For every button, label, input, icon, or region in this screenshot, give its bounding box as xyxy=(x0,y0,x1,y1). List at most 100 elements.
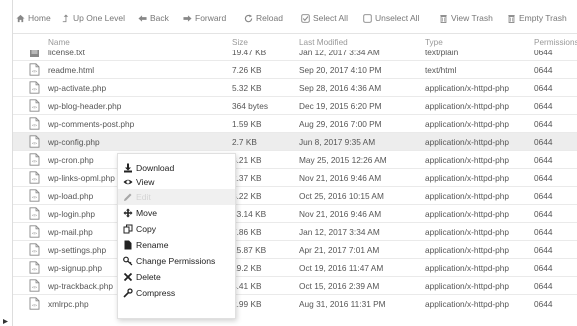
context-menu-label: Download xyxy=(136,163,175,173)
file-row[interactable]: </> wp-links-opml.php 2.37 KB Nov 21, 2016 … xyxy=(13,168,577,187)
file-row[interactable]: </> readme.html 7.26 KB Sep 20, 2017 4:10 P… xyxy=(13,60,577,79)
file-modified: Sep 20, 2017 4:10 PM xyxy=(299,65,382,75)
file-modified: Sep 28, 2016 4:36 AM xyxy=(299,83,382,93)
back-label: Back xyxy=(150,13,169,23)
unselect-all-button[interactable]: Unselect All xyxy=(363,12,419,24)
svg-text:</>: </> xyxy=(32,159,37,163)
file-name: wp-comments-post.php xyxy=(48,119,135,129)
file-row[interactable]: </> wp-login.php 33.14 KB Nov 21, 2016 9:46… xyxy=(13,204,577,223)
context-menu-label: Change Permissions xyxy=(136,256,216,266)
file-permissions: 0644 xyxy=(534,299,553,309)
php-file-icon: </> xyxy=(29,99,40,112)
file-size: 29.2 KB xyxy=(232,263,262,273)
file-manager-window: Home Up One Level Back Forward Reload Se… xyxy=(13,0,577,326)
scroll-arrow-icon[interactable] xyxy=(0,317,13,326)
svg-text:</>: </> xyxy=(32,69,37,73)
file-name: wp-links-opml.php xyxy=(48,173,115,183)
file-type: application/x-httpd-php xyxy=(425,137,509,147)
ctx-view[interactable]: View xyxy=(118,174,235,190)
file-row[interactable]: </> wp-activate.php 5.32 KB Sep 28, 2016 4:… xyxy=(13,78,577,97)
toolbar: Home Up One Level Back Forward Reload Se… xyxy=(13,0,577,34)
ctx-compress[interactable]: Compress xyxy=(118,285,235,301)
view-trash-label: View Trash xyxy=(451,13,493,23)
reload-icon xyxy=(244,13,253,22)
php-file-icon: </> xyxy=(29,225,40,238)
file-size: 2.7 KB xyxy=(232,137,257,147)
file-modified: Aug 31, 2016 11:31 PM xyxy=(299,299,386,309)
php-file-icon: </> xyxy=(29,135,40,148)
php-file-icon: </> xyxy=(29,261,40,274)
file-size: 15.87 KB xyxy=(232,245,267,255)
home-button[interactable]: Home xyxy=(16,12,51,24)
file-size: 3.22 KB xyxy=(232,191,262,201)
up-one-level-button[interactable]: Up One Level xyxy=(61,12,125,24)
file-name: wp-cron.php xyxy=(48,155,94,165)
svg-text:</>: </> xyxy=(32,267,37,271)
file-row[interactable]: </> wp-settings.php 15.87 KB Apr 21, 2017 7… xyxy=(13,240,577,259)
select-all-label: Select All xyxy=(313,13,348,23)
file-row[interactable]: </> wp-trackback.php 4.41 KB Oct 15, 2016 2… xyxy=(13,276,577,295)
up-one-level-label: Up One Level xyxy=(73,13,125,23)
file-permissions: 0644 xyxy=(534,155,553,165)
file-type: application/x-httpd-php xyxy=(425,281,509,291)
php-file-icon: </> xyxy=(29,297,40,310)
file-name: wp-settings.php xyxy=(48,245,107,255)
file-modified: Jun 8, 2017 9:35 AM xyxy=(299,137,376,147)
file-size: 4.41 KB xyxy=(232,281,262,291)
unselect-all-label: Unselect All xyxy=(375,13,420,23)
select-all-button[interactable]: Select All xyxy=(301,12,348,24)
ctx-copy[interactable]: Copy xyxy=(118,221,235,237)
ctx-edit[interactable]: Edit xyxy=(118,189,235,205)
file-modified: Oct 19, 2016 11:47 AM xyxy=(299,263,384,273)
file-type: application/x-httpd-php xyxy=(425,155,509,165)
file-row[interactable]: </> wp-blog-header.php 364 bytes Dec 19, 20… xyxy=(13,96,577,115)
checkbox-empty-icon xyxy=(363,13,372,23)
context-menu: Download View Edit Move Copy Rename Change Per… xyxy=(117,153,236,319)
back-button[interactable]: Back xyxy=(138,12,169,24)
file-row[interactable]: </> wp-comments-post.php 1.59 KB Aug 29, 20… xyxy=(13,114,577,133)
file-size: 364 bytes xyxy=(232,101,268,111)
file-modified: Jan 12, 2017 3:34 AM xyxy=(299,227,380,237)
file-size: 2.99 KB xyxy=(232,299,262,309)
file-row[interactable]: </> wp-mail.php 7.86 KB Jan 12, 2017 3:34 A… xyxy=(13,222,577,241)
column-header-modified[interactable]: Last Modified xyxy=(299,38,348,47)
column-header-permissions[interactable]: Permissions xyxy=(534,38,577,47)
file-name: wp-signup.php xyxy=(48,263,102,273)
file-name: wp-load.php xyxy=(48,191,94,201)
file-row[interactable]: </> wp-signup.php 29.2 KB Oct 19, 2016 11:4… xyxy=(13,258,577,277)
file-size: 3.21 KB xyxy=(232,155,262,165)
file-row[interactable]: </> wp-config.php 2.7 KB Jun 8, 2017 9:35 A… xyxy=(13,132,577,151)
context-menu-label: Edit xyxy=(136,192,151,202)
ctx-delete[interactable]: Delete xyxy=(118,269,235,285)
php-file-icon: </> xyxy=(29,243,40,256)
file-type: text/plain xyxy=(425,50,459,57)
view-trash-button[interactable]: View Trash xyxy=(439,12,493,24)
arrow-left-icon xyxy=(138,14,147,22)
file-type: application/x-httpd-php xyxy=(425,119,509,129)
column-header-type[interactable]: Type xyxy=(425,38,443,47)
file-modified: Apr 21, 2017 7:01 AM xyxy=(299,245,380,255)
file-row[interactable]: </> xmlrpc.php 2.99 KB Aug 31, 2016 11:31 P… xyxy=(13,294,577,313)
php-file-icon: </> xyxy=(29,171,40,184)
svg-text:</>: </> xyxy=(32,177,37,181)
file-table-body: license.txt 19.47 KB Jan 12, 2017 3:34 AM t… xyxy=(13,50,577,326)
trash-icon xyxy=(440,14,447,23)
file-row[interactable]: </> wp-cron.php 3.21 KB May 25, 2015 12:26 … xyxy=(13,150,577,169)
ctx-rename[interactable]: Rename xyxy=(118,237,235,253)
left-panel-edge xyxy=(0,0,13,326)
file-row[interactable]: </> wp-load.php 3.22 KB Oct 25, 2016 10:15 … xyxy=(13,186,577,205)
trash-icon xyxy=(508,14,515,23)
file-size: 1.59 KB xyxy=(232,119,262,129)
svg-text:</>: </> xyxy=(32,303,37,307)
column-header-name[interactable]: Name xyxy=(48,38,70,47)
ctx-change-permissions[interactable]: Change Permissions xyxy=(118,253,235,269)
forward-button[interactable]: Forward xyxy=(183,12,226,24)
file-modified: Nov 21, 2016 9:46 AM xyxy=(299,209,382,219)
column-header-size[interactable]: Size xyxy=(232,38,248,47)
empty-trash-button[interactable]: Empty Trash xyxy=(507,12,567,24)
reload-button[interactable]: Reload xyxy=(244,12,283,24)
ctx-move[interactable]: Move xyxy=(118,205,235,221)
svg-text:</>: </> xyxy=(32,195,37,199)
wrench-icon xyxy=(123,288,133,298)
file-permissions: 0644 xyxy=(534,209,553,219)
